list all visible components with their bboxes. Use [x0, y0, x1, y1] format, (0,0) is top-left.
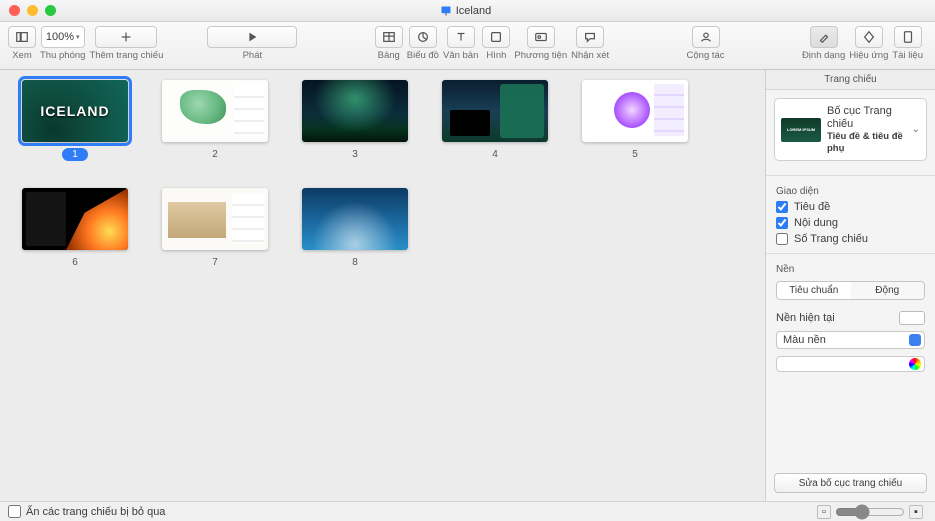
footer-bar: Ẩn các trang chiếu bị bỏ qua ▫ ▪: [0, 501, 935, 521]
hide-skipped-checkbox[interactable]: [8, 505, 21, 518]
table-label: Bảng: [378, 50, 400, 61]
document-button[interactable]: [894, 26, 922, 48]
media-label: Phương tiện: [514, 50, 567, 61]
slide-number-checkbox-row[interactable]: Số Trang chiếu: [766, 231, 935, 247]
minimize-window-button[interactable]: [27, 5, 38, 16]
play-label: Phát: [243, 50, 263, 61]
view-label: Xem: [12, 50, 32, 61]
diamond-icon: [862, 30, 876, 44]
background-mode-segment[interactable]: Tiêu chuẩn Động: [776, 281, 925, 300]
zoom-label: Thu phóng: [40, 50, 85, 61]
slide-grid: 1 2 3 4 5 6 7 8: [4, 80, 761, 268]
thumbnail-size-slider[interactable]: [835, 504, 905, 520]
comment-icon: [583, 30, 597, 44]
view-icon: [15, 30, 29, 44]
comment-label: Nhận xét: [571, 50, 609, 61]
title-checkbox-label: Tiêu đề: [794, 201, 830, 213]
shape-label: Hình: [486, 50, 506, 61]
layout-preview-icon: [781, 118, 821, 142]
titlebar: Iceland: [0, 0, 935, 22]
slide-thumbnail-8[interactable]: 8: [302, 188, 408, 268]
main-area: 1 2 3 4 5 6 7 8 Trang chiếu Bố cục Trang…: [0, 70, 935, 501]
slide-thumbnail-3[interactable]: 3: [302, 80, 408, 160]
slide-thumbnail-6[interactable]: 6: [22, 188, 128, 268]
color-wheel-icon[interactable]: [909, 358, 921, 370]
add-slide-button[interactable]: [95, 26, 157, 48]
collaborate-icon: [699, 30, 713, 44]
keynote-doc-icon: [440, 5, 452, 17]
brush-icon: [817, 30, 831, 44]
inspector-tab-slide[interactable]: Trang chiếu: [766, 70, 935, 90]
inspector-panel: Trang chiếu Bố cục Trang chiếu Tiêu đề &…: [765, 70, 935, 501]
play-button[interactable]: [207, 26, 297, 48]
body-checkbox[interactable]: [776, 217, 788, 229]
media-icon: [534, 30, 548, 44]
chevron-down-icon: ⌄: [912, 124, 920, 135]
slide-thumbnail-5[interactable]: 5: [582, 80, 688, 160]
chart-label: Biểu đồ: [407, 50, 439, 61]
background-color-picker[interactable]: [776, 356, 925, 372]
slide-number-checkbox[interactable]: [776, 233, 788, 245]
format-label: Định dạng: [802, 50, 845, 61]
add-slide-label: Thêm trang chiếu: [89, 50, 163, 61]
background-standard-option[interactable]: Tiêu chuẩn: [777, 282, 851, 299]
slide-number-checkbox-label: Số Trang chiếu: [794, 233, 868, 245]
slide-thumbnail-2[interactable]: 2: [162, 80, 268, 160]
title-checkbox[interactable]: [776, 201, 788, 213]
window-controls: [0, 5, 56, 16]
chart-icon: [416, 30, 430, 44]
collaborate-label: Cộng tác: [687, 50, 725, 61]
table-button[interactable]: [375, 26, 403, 48]
background-dynamic-option[interactable]: Động: [851, 282, 925, 299]
collaborate-button[interactable]: [692, 26, 720, 48]
thumbnail-size-small-icon[interactable]: ▫: [817, 505, 831, 519]
toolbar: Xem 100% ▾ Thu phóng Thêm trang chiếu Ph…: [0, 22, 935, 70]
shape-button[interactable]: [482, 26, 510, 48]
media-button[interactable]: [527, 26, 555, 48]
plus-icon: [119, 30, 133, 44]
hide-skipped-label: Ẩn các trang chiếu bị bỏ qua: [26, 506, 165, 518]
background-fill-type-dropdown[interactable]: Màu nền: [776, 331, 925, 349]
table-icon: [382, 30, 396, 44]
light-table[interactable]: 1 2 3 4 5 6 7 8: [0, 70, 765, 501]
text-icon: [454, 30, 468, 44]
current-background-row: Nền hiện tại: [766, 308, 935, 328]
animate-label: Hiệu ứng: [849, 50, 888, 61]
shape-icon: [489, 30, 503, 44]
play-icon: [245, 30, 259, 44]
text-label: Văn bản: [443, 50, 478, 61]
slide-thumbnail-7[interactable]: 7: [162, 188, 268, 268]
edit-master-button[interactable]: Sửa bố cục trang chiếu: [774, 473, 927, 493]
format-button[interactable]: [810, 26, 838, 48]
body-checkbox-label: Nội dung: [794, 217, 838, 229]
appearance-heading: Giao diện: [766, 182, 935, 199]
background-heading: Nền: [766, 260, 935, 277]
slide-thumbnail-4[interactable]: 4: [442, 80, 548, 160]
text-button[interactable]: [447, 26, 475, 48]
body-checkbox-row[interactable]: Nội dung: [766, 215, 935, 231]
view-button[interactable]: [8, 26, 36, 48]
zoom-window-button[interactable]: [45, 5, 56, 16]
title-checkbox-row[interactable]: Tiêu đề: [766, 199, 935, 215]
current-background-colorwell[interactable]: [899, 311, 925, 325]
close-window-button[interactable]: [9, 5, 20, 16]
chart-button[interactable]: [409, 26, 437, 48]
layout-caption: Bố cục Trang chiếu Tiêu đề & tiêu đề phụ: [827, 105, 906, 154]
thumbnail-size-large-icon[interactable]: ▪: [909, 505, 923, 519]
comment-button[interactable]: [576, 26, 604, 48]
window-title: Iceland: [56, 5, 875, 17]
document-label: Tài liệu: [892, 50, 923, 61]
slide-thumbnail-1[interactable]: 1: [22, 80, 128, 160]
zoom-field[interactable]: 100% ▾: [41, 26, 85, 48]
animate-button[interactable]: [855, 26, 883, 48]
document-icon: [901, 30, 915, 44]
slide-layout-picker[interactable]: Bố cục Trang chiếu Tiêu đề & tiêu đề phụ…: [774, 98, 927, 161]
